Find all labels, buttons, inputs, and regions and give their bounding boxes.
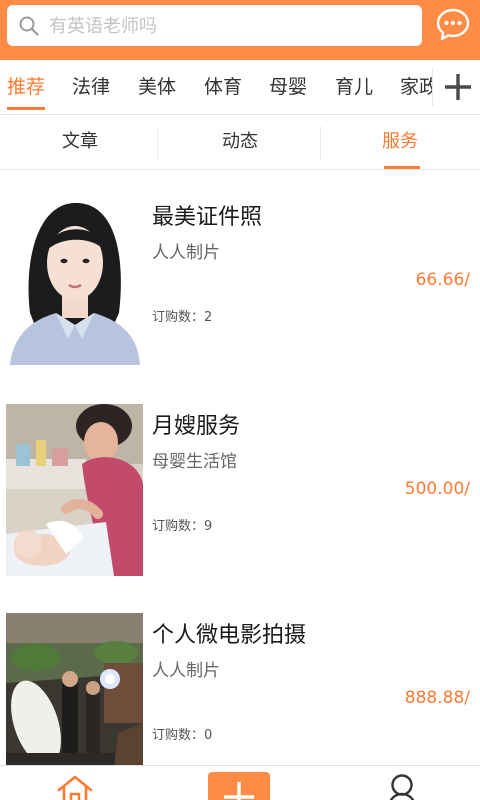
service-price: 888.88/ (404, 688, 470, 708)
service-title: 最美证件照 (152, 205, 263, 230)
service-seller: 人人制片 (152, 243, 220, 263)
category-scroll: 推荐 法律 美体 体育 母婴 育儿 家政 (0, 60, 432, 115)
category-active-underline (7, 107, 46, 110)
service-card[interactable]: 最美证件照 人人制片 66.66/ 订购数：2 (0, 171, 480, 380)
tab-services[interactable]: 服务 (320, 116, 480, 170)
category-label: 体育 (204, 76, 243, 98)
category-label: 推荐 (7, 76, 46, 98)
service-seller: 母婴生活馆 (152, 452, 237, 472)
tab-active-underline (384, 166, 420, 169)
service-title: 个人微电影拍摄 (152, 623, 307, 648)
category-label: 美体 (138, 76, 177, 98)
service-price: 500.00/ (404, 479, 470, 499)
category-label: 家政 (400, 76, 432, 98)
category-tab-housekeeping[interactable]: 家政 (400, 60, 432, 115)
category-tab-sports[interactable]: 体育 (204, 60, 242, 115)
service-thumbnail (6, 613, 143, 765)
category-divider (432, 68, 433, 106)
category-tab-beauty[interactable]: 美体 (138, 60, 176, 115)
category-label: 母婴 (269, 76, 308, 98)
tab-moments[interactable]: 动态 (160, 116, 320, 170)
service-card[interactable]: 个人微电影拍摄 人人制片 888.88/ 订购数：0 (0, 589, 480, 765)
search-input[interactable] (49, 13, 409, 39)
service-title: 月嫂服务 (152, 414, 241, 439)
category-tab-recommend[interactable]: 推荐 (7, 60, 46, 115)
tab-label: 文章 (62, 131, 98, 152)
home-icon[interactable] (56, 774, 94, 800)
tab-articles[interactable]: 文章 (0, 116, 160, 170)
plus-icon (224, 782, 254, 800)
service-thumbnail (6, 193, 143, 365)
tab-label: 服务 (382, 131, 418, 152)
service-order-count: 订购数：0 (152, 728, 213, 743)
service-order-count: 订购数：2 (152, 310, 213, 325)
service-list: 最美证件照 人人制片 66.66/ 订购数：2 月嫂服务 母婴生活馆 500.0… (0, 171, 480, 765)
search-box[interactable] (7, 5, 422, 46)
add-category-button[interactable] (440, 68, 476, 106)
search-icon (19, 16, 39, 36)
category-tab-parenting[interactable]: 育儿 (335, 60, 373, 115)
category-bar: 推荐 法律 美体 体育 母婴 育儿 家政 (0, 60, 480, 115)
bottom-navigation (0, 765, 480, 800)
category-tab-law[interactable]: 法律 (72, 60, 110, 115)
service-seller: 人人制片 (152, 661, 220, 681)
service-price: 66.66/ (415, 270, 470, 290)
service-order-count: 订购数：9 (152, 519, 213, 534)
plus-icon (445, 74, 471, 100)
category-tab-maternal[interactable]: 母婴 (269, 60, 307, 115)
category-label: 法律 (72, 76, 111, 98)
user-icon[interactable] (386, 772, 418, 800)
category-label: 育儿 (335, 76, 374, 98)
chat-bubble-icon[interactable] (436, 8, 470, 42)
publish-button[interactable] (208, 772, 270, 800)
service-card[interactable]: 月嫂服务 母婴生活馆 500.00/ 订购数：9 (0, 380, 480, 589)
tab-label: 动态 (222, 131, 258, 152)
service-thumbnail (6, 404, 143, 576)
content-type-tabs: 文章 动态 服务 (0, 116, 480, 170)
top-header (0, 0, 480, 60)
tab-separator (157, 126, 158, 160)
